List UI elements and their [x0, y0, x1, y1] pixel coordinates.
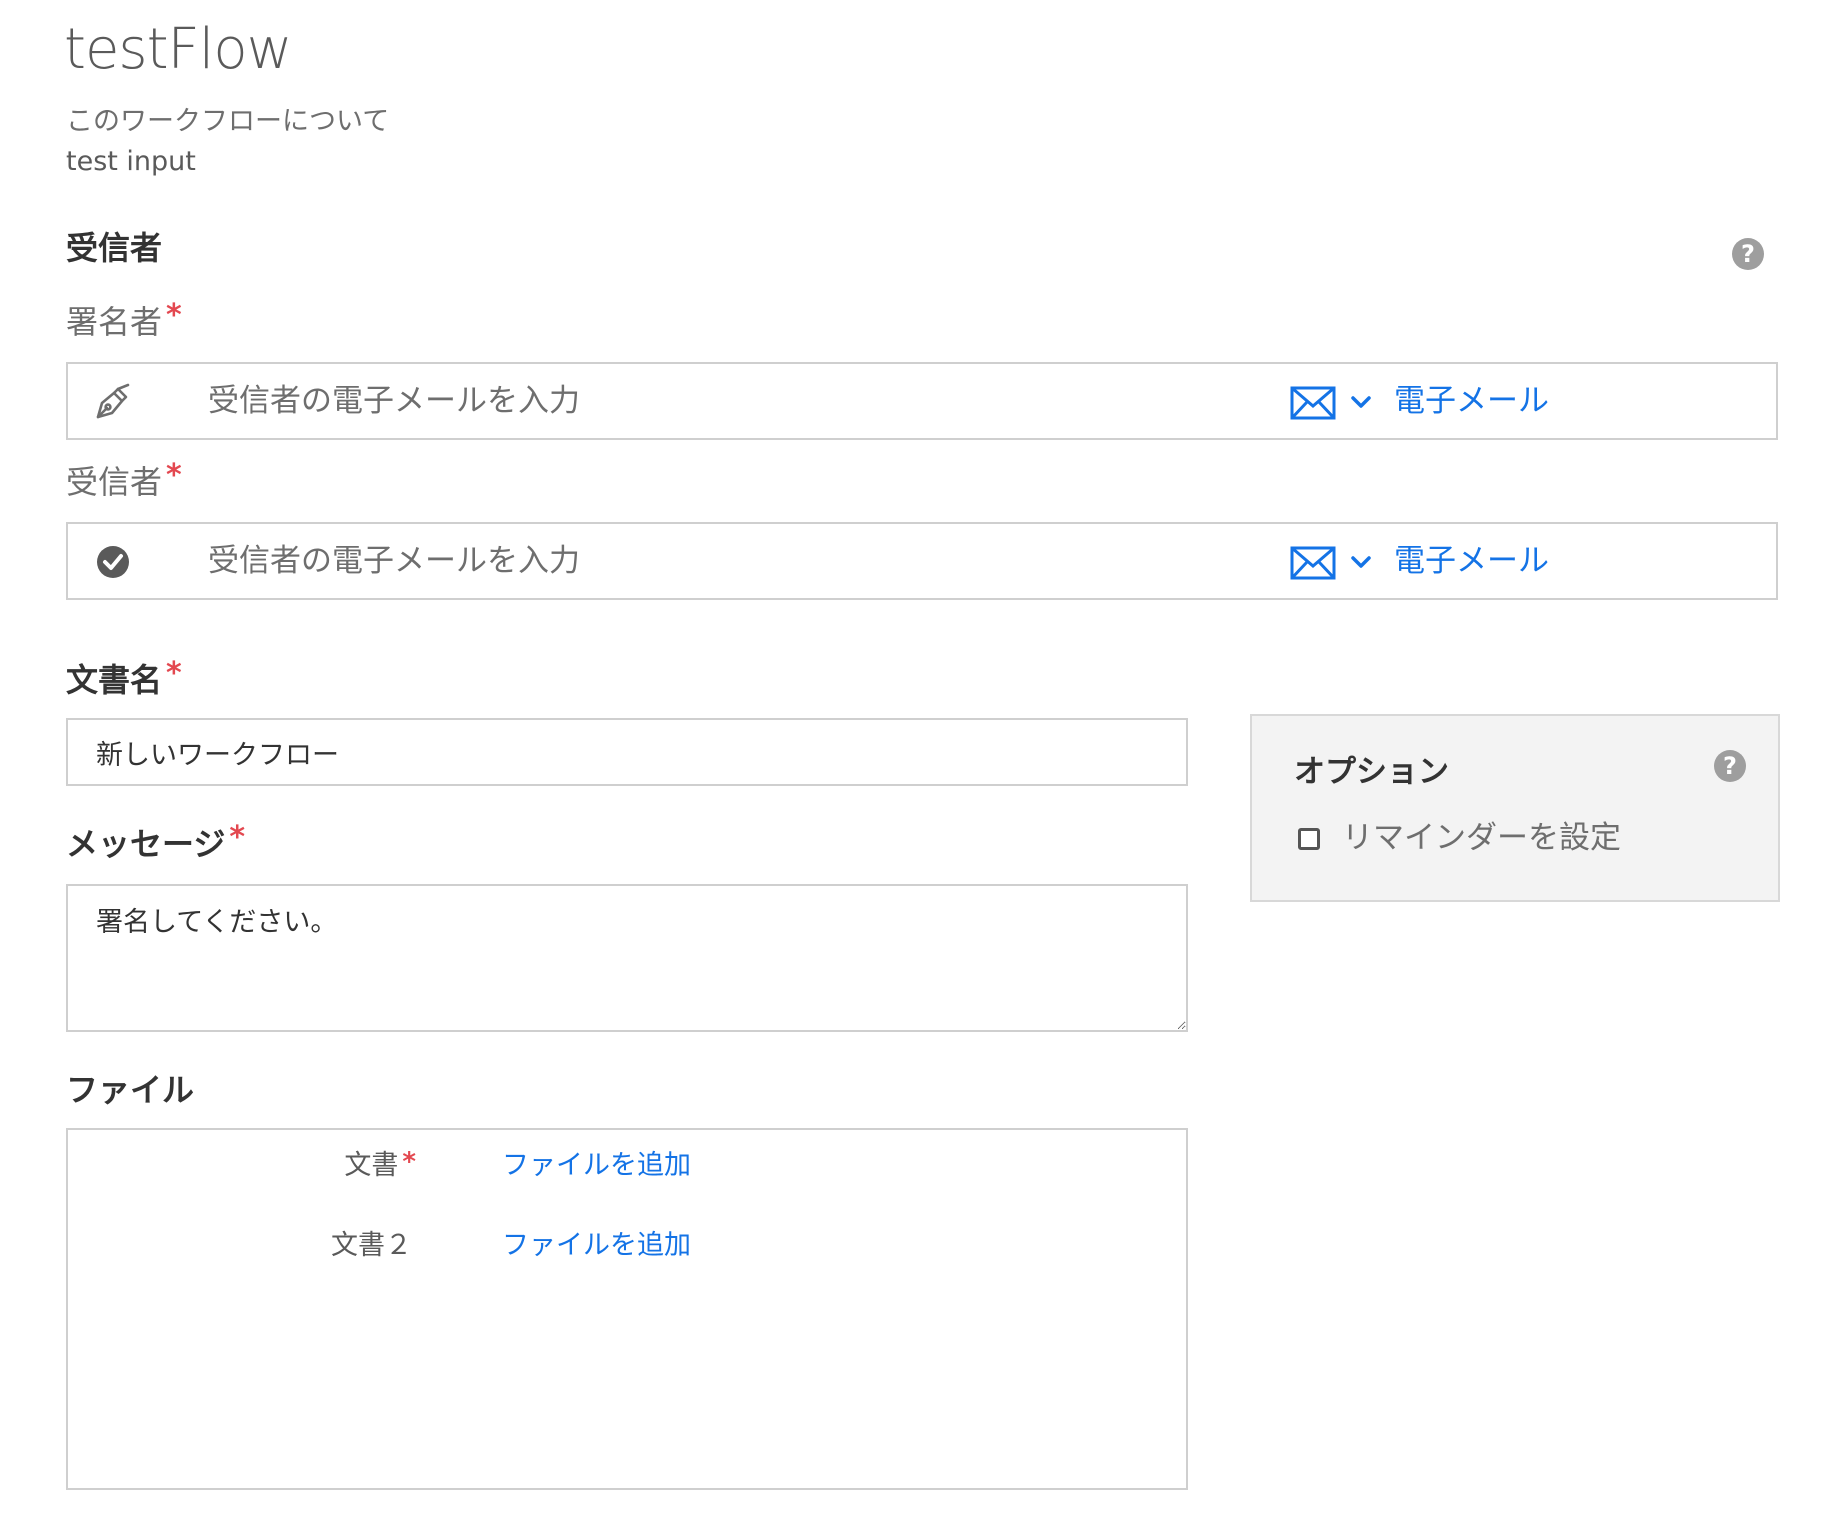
- files-box: 文書 * ファイルを追加 文書２ ファイルを追加: [66, 1128, 1188, 1490]
- file-slot-label: 文書２: [331, 1228, 416, 1264]
- recipients-heading: 受信者: [66, 229, 163, 267]
- required-asterisk: *: [166, 656, 182, 691]
- auth-method-dropdown[interactable]: 電子メール: [1394, 540, 1549, 582]
- message-textarea[interactable]: 署名してください。: [66, 884, 1188, 1032]
- required-asterisk: *: [402, 1147, 416, 1177]
- auth-method-dropdown[interactable]: 電子メール: [1394, 380, 1549, 422]
- workflow-title: testFlow: [64, 17, 292, 82]
- required-asterisk: *: [166, 458, 182, 493]
- recipient-label-text: 受信者: [66, 463, 163, 501]
- required-asterisk: *: [166, 298, 182, 333]
- chevron-down-icon[interactable]: [1350, 554, 1372, 570]
- file-slot-name: 文書２: [331, 1230, 412, 1261]
- signer-email-input[interactable]: [208, 378, 1308, 424]
- add-file-link[interactable]: ファイルを追加: [502, 1148, 691, 1184]
- message-label: メッセージ *: [66, 820, 245, 866]
- signer-row: 電子メール: [66, 362, 1778, 440]
- signer-label-text: 署名者: [66, 303, 163, 341]
- envelope-icon[interactable]: [1290, 386, 1336, 420]
- options-title: オプション: [1294, 754, 1449, 790]
- options-panel: オプション ? リマインダーを設定: [1250, 714, 1780, 902]
- checkmark-circle-icon[interactable]: [92, 541, 134, 583]
- chevron-down-icon[interactable]: [1350, 394, 1372, 410]
- envelope-icon[interactable]: [1290, 546, 1336, 580]
- about-workflow-label: このワークフローについて: [66, 106, 390, 137]
- files-heading: ファイル: [66, 1071, 195, 1109]
- pen-icon[interactable]: [92, 381, 134, 423]
- reminder-checkbox-label[interactable]: リマインダーを設定: [1342, 816, 1621, 860]
- about-workflow-text: test input: [66, 146, 196, 177]
- reminder-checkbox[interactable]: [1298, 828, 1320, 850]
- file-slot-label: 文書 *: [344, 1147, 416, 1184]
- recipients-help-icon[interactable]: ?: [1732, 238, 1764, 270]
- recipient-email-input[interactable]: [208, 538, 1308, 584]
- add-file-link[interactable]: ファイルを追加: [502, 1228, 691, 1264]
- recipient-row: 電子メール: [66, 522, 1778, 600]
- recipient-label: 受信者 *: [66, 458, 182, 504]
- document-name-input[interactable]: [66, 718, 1188, 786]
- required-asterisk: *: [229, 820, 246, 855]
- document-name-label: 文書名 *: [66, 656, 182, 702]
- options-help-icon[interactable]: ?: [1714, 750, 1746, 782]
- signer-label: 署名者 *: [66, 298, 182, 344]
- message-label-text: メッセージ: [66, 825, 226, 863]
- document-name-label-text: 文書名: [66, 661, 163, 699]
- file-slot-name: 文書: [344, 1150, 399, 1181]
